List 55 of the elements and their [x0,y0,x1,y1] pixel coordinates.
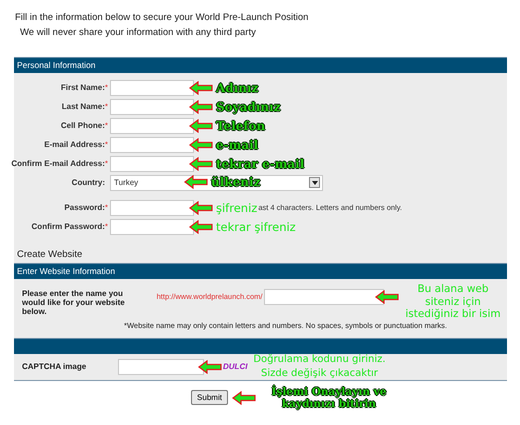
required-mark: * [104,203,108,212]
captcha-image: DULCI [223,362,248,371]
required-mark: * [104,121,108,130]
field-label: Confirm E-mail Address: [11,159,105,168]
required-mark: * [104,222,108,231]
website-field[interactable] [264,289,384,305]
field-label: Confirm Password: [32,222,105,231]
annotation-text: tekrar şifreniz [216,220,296,234]
annotation-text: Bu alana web siteniz için istediğiniz bir isim [404,283,502,320]
intro-text: Fill in the information below to secure your World Pre-Launch Position [15,12,310,23]
input-field[interactable] [110,98,194,114]
field-label: Country: [72,178,105,187]
arrow-icon [189,138,213,152]
captcha-label: CAPTCHA image [22,362,88,371]
section-header: Personal Information [14,57,507,73]
intro-text: We will never share your information with any third party [20,27,257,38]
field-label: First Name: [60,83,105,92]
submit-button[interactable]: Submit [191,390,228,405]
required-mark: * [104,102,108,111]
field-label: E-mail Address: [44,140,105,149]
arrow-icon [189,220,213,234]
input-field[interactable] [110,200,194,216]
annotation-text: Soyadınız [216,100,280,114]
annotation-text: Telefon [216,118,266,132]
section-title: Create Website [16,248,84,262]
annotation-text: şifreniz [216,200,258,214]
input-field[interactable] [110,80,194,96]
arrow-icon [189,156,213,170]
instruction-text: Please enter the name you would like for your website below. [22,289,126,316]
input-field[interactable] [110,218,194,234]
arrow-icon [198,360,222,374]
input-field[interactable] [110,136,194,152]
annotation-text: Adınız [216,80,258,94]
arrow-icon [184,174,208,188]
input-field[interactable] [110,156,194,172]
field-label: Password: [64,203,105,212]
arrow-icon [189,118,213,132]
field-label: Cell Phone: [60,121,105,130]
annotation-text: tekrar e-mail [216,156,304,170]
annotation-text: İşlemi Onaylayın ve kaydınızı bitirin [270,386,388,410]
required-mark: * [104,159,108,168]
annotation-text: Doğrulama kodunu giriniz. Sizde değişik çıkacaktır [252,352,387,380]
arrow-icon [189,200,213,214]
arrow-icon [375,290,399,304]
required-mark: * [104,83,108,92]
input-field[interactable] [110,118,194,134]
arrow-icon [232,390,256,404]
arrow-icon [189,100,213,114]
captcha-field[interactable] [118,358,204,374]
annotation-text: e-mail [216,138,258,152]
annotation-text: ülkeniz [211,174,260,188]
arrow-icon [189,80,213,94]
required-mark: * [104,140,108,149]
field-label: Last Name: [62,102,105,111]
section-header: Enter Website Information [14,263,507,279]
